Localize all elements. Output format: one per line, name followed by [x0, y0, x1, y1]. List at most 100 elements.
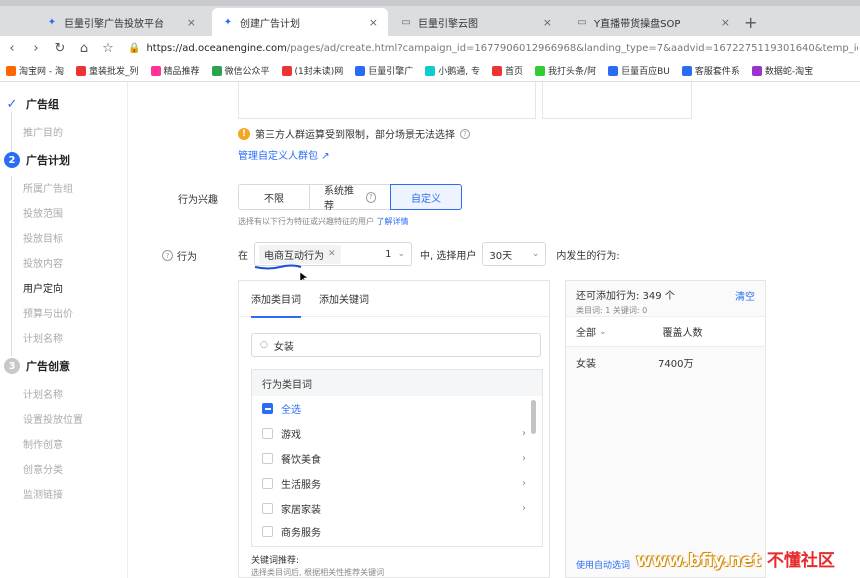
bookmark-item[interactable]: 巨量引擎广	[349, 64, 419, 77]
url-host: https://ad.oceanengine.com	[146, 42, 287, 54]
sidebar-item-make-creative[interactable]: 制作创意	[23, 436, 63, 451]
checkbox[interactable]	[262, 453, 273, 464]
tab-yuntu[interactable]: ▭ 巨量引擎云图 ×	[390, 8, 562, 36]
learn-more-link[interactable]: 了解详情	[377, 217, 409, 226]
sidebar-item-user-targeting[interactable]: 用户定向	[23, 280, 63, 295]
sidebar-item-monitor-link[interactable]: 监测链接	[23, 486, 63, 501]
sidebar-item-placement[interactable]: 设置投放位置	[23, 411, 83, 426]
bookmark-item[interactable]: 首页	[486, 64, 529, 77]
segment-label: 系统推荐	[324, 186, 354, 212]
tab-ad-platform[interactable]: ✦ 巨量引擎广告投放平台 ×	[36, 8, 206, 36]
chevron-right-icon: ›	[522, 428, 526, 439]
help-icon[interactable]: ?	[365, 191, 376, 203]
sidebar-item-creative-category[interactable]: 创意分类	[23, 461, 63, 476]
bookmark-item[interactable]: 微信公众平	[206, 64, 276, 77]
bookmark-label: (1封未读)网	[294, 67, 344, 77]
bookmark-favicon-icon	[6, 65, 16, 76]
category-label: 餐饮美食	[281, 455, 321, 466]
checkbox[interactable]	[262, 428, 273, 439]
list-item[interactable]: 商务服务	[252, 521, 542, 541]
clear-button[interactable]: 清空	[735, 288, 755, 303]
tag-label: 电商互动行为	[264, 250, 324, 262]
close-icon[interactable]: ×	[187, 16, 196, 29]
checkbox-indeterminate[interactable]	[262, 403, 273, 414]
bookmark-item[interactable]: 淘宝网 - 淘	[0, 64, 70, 77]
bookmark-item[interactable]: 我打头条/阿	[529, 64, 602, 77]
bookmark-item[interactable]: 客服套件系	[676, 64, 746, 77]
close-icon[interactable]: ×	[369, 16, 378, 29]
bookmark-item[interactable]: 小鹅通, 专	[419, 64, 486, 77]
chevron-down-icon: ⌄	[397, 249, 405, 259]
bookmark-label: 客服套件系	[694, 67, 740, 77]
step-ad-plan[interactable]: 2 广告计划	[4, 152, 70, 168]
step-ad-creative[interactable]: 3 广告创意	[4, 358, 70, 374]
behavior-select[interactable]: 电商互动行为 ✕ 1 ⌄	[254, 242, 412, 266]
reload-icon[interactable]: ↻	[48, 41, 72, 56]
interest-hint: 选择有以下行为特征或兴趣特征的用户 了解详情	[238, 216, 409, 227]
category-search-input[interactable]: ○ 女装	[251, 333, 541, 357]
select-all-row[interactable]: 全选	[252, 396, 542, 421]
step-number: 3	[4, 358, 20, 374]
list-item[interactable]: 生活服务 ›	[252, 471, 542, 496]
new-tab-icon[interactable]: +	[744, 13, 757, 32]
sidebar-item-budget[interactable]: 预算与出价	[23, 305, 73, 320]
sidebar-item-range[interactable]: 投放范围	[23, 205, 63, 220]
category-label: 生活服务	[281, 480, 321, 491]
segment-unlimited[interactable]: 不限	[238, 184, 310, 210]
segment-custom[interactable]: 自定义	[390, 184, 462, 210]
back-icon[interactable]: ‹	[0, 41, 24, 56]
close-icon[interactable]: ×	[721, 16, 730, 29]
chevron-down-icon: ⌄	[531, 249, 540, 259]
remove-tag-icon[interactable]: ✕	[328, 249, 336, 259]
sidebar-item-ad-group[interactable]: 所属广告组	[23, 180, 73, 195]
sidebar-item-target[interactable]: 投放目标	[23, 230, 63, 245]
auto-select-words-link[interactable]: 使用自动选词	[576, 558, 630, 571]
tab-add-keyword[interactable]: 添加关键词	[319, 281, 369, 317]
bookmark-item[interactable]: 童装批发_列	[70, 64, 145, 77]
bookmark-favicon-icon	[608, 65, 619, 76]
mac-menubar	[0, 0, 860, 6]
star-icon[interactable]: ☆	[96, 41, 120, 56]
filter-all-select[interactable]: 全部	[576, 324, 596, 339]
selected-behavior-name: 女装	[576, 358, 596, 370]
help-icon[interactable]: ?	[460, 128, 470, 139]
help-icon[interactable]: ?	[162, 250, 173, 261]
bookmark-item[interactable]: (1封未读)网	[276, 64, 350, 77]
bookmark-label: 精品推荐	[163, 67, 200, 77]
checkbox[interactable]	[262, 503, 273, 514]
selected-count: 1	[385, 248, 392, 260]
bookmark-item[interactable]: 数据蛇-淘宝	[746, 64, 819, 77]
sidebar-item-purpose[interactable]: 推广目的	[23, 124, 63, 139]
sidebar-item-content[interactable]: 投放内容	[23, 255, 63, 270]
list-item[interactable]: 家居家装 ›	[252, 496, 542, 521]
bookmark-item[interactable]: 巨量百应BU	[602, 64, 676, 77]
tab-add-category[interactable]: 添加类目词	[251, 281, 301, 318]
sidebar-item-plan-name[interactable]: 计划名称	[23, 330, 63, 345]
home-icon[interactable]: ⌂	[72, 41, 96, 56]
step-ad-group[interactable]: ✓ 广告组	[4, 96, 59, 112]
bookmarks-bar: 淘宝网 - 淘 童装批发_列 精品推荐 微信公众平 (1封未读)网 巨量引擎广 小鹅通, 专…	[0, 60, 860, 82]
checkbox[interactable]	[262, 525, 273, 537]
tab-label: 添加关键词	[319, 295, 369, 306]
tab-create-plan[interactable]: ✦ 创建广告计划 ×	[212, 8, 388, 36]
close-icon[interactable]: ×	[543, 16, 552, 29]
checkbox[interactable]	[262, 478, 273, 489]
days-select[interactable]: 30天 ⌄	[482, 242, 547, 266]
scrollbar-thumb[interactable]	[531, 400, 536, 434]
segment-system-recommend[interactable]: 系统推荐?	[309, 184, 391, 212]
bookmark-item[interactable]: 精品推荐	[145, 64, 206, 77]
url-field[interactable]: 🔒 https://ad.oceanengine.com/pages/ad/cr…	[128, 39, 858, 57]
step-connector	[11, 176, 12, 356]
tab-label: 巨量引擎云图	[418, 18, 478, 30]
sidebar-item-creative-name[interactable]: 计划名称	[23, 386, 63, 401]
manage-link-text: 管理自定义人群包	[238, 151, 318, 162]
list-item[interactable]: 游戏 ›	[252, 421, 542, 446]
forward-icon[interactable]: ›	[24, 41, 48, 56]
after-text: 内发生的行为:	[556, 250, 620, 262]
bookmark-label: 我打头条/阿	[548, 67, 597, 77]
list-item[interactable]: 餐饮美食 ›	[252, 446, 542, 471]
tab-sop[interactable]: ▭ Y直播带货操盘SOP ×	[566, 8, 740, 36]
manage-audience-link[interactable]: 管理自定义人群包 ↗	[238, 147, 330, 162]
doc-icon: ▭	[577, 16, 587, 28]
picker-tabs: 添加类目词 添加关键词	[239, 281, 549, 318]
